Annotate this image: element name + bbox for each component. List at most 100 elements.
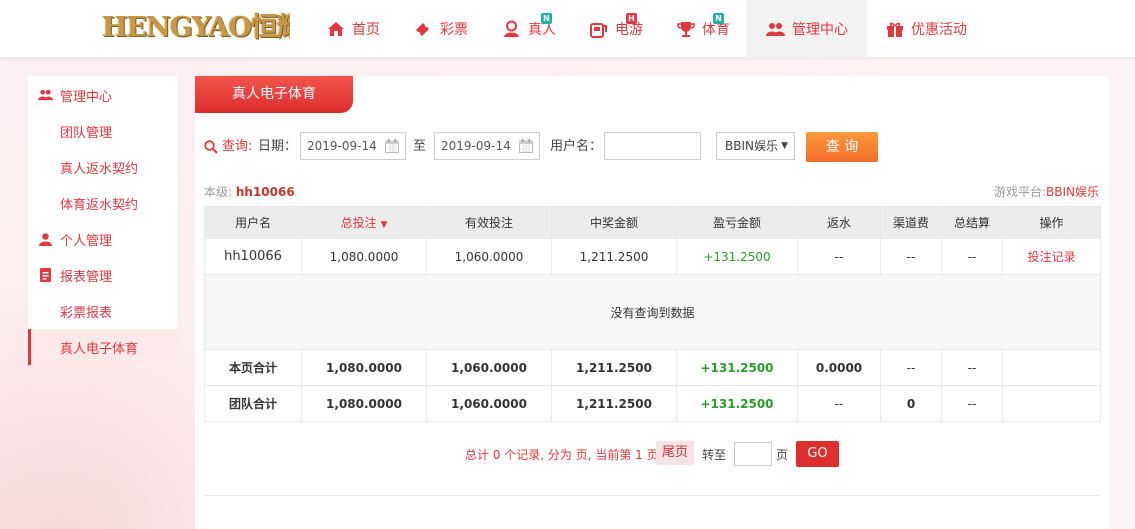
column-header: 总结算 (941, 206, 1003, 239)
table-cell: 本页合计 (204, 349, 302, 386)
goto-label: 转至 (702, 448, 727, 462)
user-icon (39, 232, 52, 246)
nav-label-management: 管理中心 (792, 22, 848, 38)
home-icon (328, 22, 344, 36)
query-label: 查询: (222, 139, 253, 154)
sidebar-item-label: 真人电子体育 (60, 341, 139, 357)
page-unit-label: 页 (776, 448, 789, 462)
nav-label-promotions: 优惠活动 (911, 22, 967, 38)
bet-record-link[interactable]: 投注记录 (1002, 238, 1101, 275)
table-cell: 1,080.0000 (301, 385, 427, 422)
go-button[interactable]: GO (796, 441, 839, 467)
sidebar-item-label: 报表管理 (60, 269, 113, 285)
nav-item-home[interactable]: 首页 (310, 0, 397, 58)
goto-page-input[interactable] (734, 442, 772, 466)
badge-new: N (541, 13, 552, 24)
table-cell: 0.0000 (797, 349, 881, 386)
table-cell: +131.2500 (676, 238, 798, 275)
column-header: 用户名 (204, 206, 302, 239)
table-cell: 1,060.0000 (426, 349, 552, 386)
sidebar-item-label: 真人返水契约 (60, 161, 139, 177)
brand-logo[interactable]: HENGYAO恒耀 (102, 11, 290, 45)
divider (204, 495, 1100, 496)
column-header: 中奖金额 (551, 206, 677, 239)
username-input[interactable] (604, 132, 701, 160)
sidebar-item-live-rebate[interactable]: 真人返水契约 (28, 149, 177, 185)
start-date-field[interactable]: 2019-09-14 (300, 132, 406, 160)
start-date-value: 2019-09-14 (307, 139, 377, 153)
top-navigation-bar: HENGYAO恒耀 首页 彩票 真人 N 电游 H 体育 N 管理中心 优惠活动 (0, 0, 1135, 58)
sidebar-item-lottery-report[interactable]: 彩票报表 (28, 293, 177, 329)
query-button[interactable]: 查 询 (806, 132, 878, 162)
table-cell: -- (941, 349, 1003, 386)
main-panel: 真人电子体育 查询: 日期： 2019-09-14 至 2019-09-14 用… (195, 76, 1109, 529)
table-cell: hh10066 (204, 238, 302, 275)
column-header: 有效投注 (426, 206, 552, 239)
column-header: 操作 (1002, 206, 1101, 239)
sidebar: 管理中心 团队管理 真人返水契约 体育返水契约 个人管理 报表管理 彩票报表 真… (28, 76, 177, 365)
current-level: 本级: hh10066 (204, 183, 295, 200)
column-header-label: 总投注 (340, 216, 377, 230)
table-cell: -- (880, 349, 942, 386)
nav-label-home: 首页 (352, 22, 380, 38)
sidebar-item-sports-rebate[interactable]: 体育返水契约 (28, 185, 177, 221)
users-icon (766, 22, 785, 36)
pagination: 总计 0 个记录, 分为 页, 当前第 1 页 尾页 转至 页 GO (195, 441, 1109, 467)
nav-item-sports[interactable]: 体育 N (660, 0, 747, 58)
sidebar-item-label: 体育返水契约 (60, 197, 139, 213)
filter-bar: 查询: 日期： 2019-09-14 至 2019-09-14 用户名： BBI… (204, 132, 1104, 162)
table-cell: 1,080.0000 (301, 349, 427, 386)
pagination-summary: 总计 0 个记录, 分为 页, 当前第 1 页 (465, 448, 659, 462)
sidebar-item-personal[interactable]: 个人管理 (28, 221, 177, 257)
sidebar-item-reports[interactable]: 报表管理 (28, 257, 177, 293)
gift-icon (887, 22, 903, 37)
page-total-row: 本页合计 1,080.0000 1,060.0000 1,211.2500 +1… (204, 349, 1101, 386)
column-header: 盈亏金额 (676, 206, 798, 239)
platform-value: BBIN娱乐 (1046, 185, 1099, 199)
nav-item-management[interactable]: 管理中心 (747, 0, 867, 58)
table-cell: -- (797, 385, 881, 422)
table-cell (1002, 349, 1101, 386)
username-label: 用户名： (550, 139, 603, 154)
to-label: 至 (413, 139, 427, 154)
table-row: hh10066 1,080.0000 1,060.0000 1,211.2500… (204, 238, 1101, 275)
sidebar-item-live-sports-report[interactable]: 真人电子体育 (28, 329, 177, 365)
sidebar-item-label: 管理中心 (60, 89, 113, 105)
report-table: 用户名 总投注 ▼ 有效投注 中奖金额 盈亏金额 返水 渠道费 总结算 操作 h… (204, 206, 1101, 422)
nav-item-promotions[interactable]: 优惠活动 (867, 0, 984, 58)
platform-select[interactable]: BBIN娱乐 ▼ (716, 132, 795, 160)
table-cell: +131.2500 (676, 349, 798, 386)
column-header-sortable[interactable]: 总投注 ▼ (301, 206, 427, 239)
nav-item-live-casino[interactable]: 真人 N (485, 0, 573, 58)
date-label: 日期： (258, 139, 298, 154)
table-cell: -- (941, 238, 1003, 275)
table-cell: +131.2500 (676, 385, 798, 422)
nav-item-slots[interactable]: 电游 H (573, 0, 660, 58)
team-total-row: 团队合计 1,080.0000 1,060.0000 1,211.2500 +1… (204, 385, 1101, 422)
nav-label-lottery: 彩票 (440, 22, 468, 38)
sidebar-item-management[interactable]: 管理中心 (28, 77, 177, 113)
table-header-row: 用户名 总投注 ▼ 有效投注 中奖金额 盈亏金额 返水 渠道费 总结算 操作 (204, 206, 1101, 239)
trophy-icon (677, 21, 695, 37)
table-cell: -- (941, 385, 1003, 422)
level-label: 本级: (204, 185, 233, 199)
nav-item-lottery[interactable]: 彩票 (397, 0, 485, 58)
end-date-value: 2019-09-14 (441, 139, 511, 153)
report-icon (40, 268, 51, 282)
end-date-field[interactable]: 2019-09-14 (434, 132, 540, 160)
table-cell: 1,211.2500 (551, 385, 677, 422)
platform-label: 游戏平台: (993, 185, 1047, 199)
calendar-icon[interactable] (385, 139, 399, 153)
ticket-icon (416, 22, 429, 36)
table-cell: 1,060.0000 (426, 385, 552, 422)
level-user: hh10066 (235, 185, 295, 199)
empty-row: 没有查询到数据 (204, 274, 1101, 350)
table-cell: 1,060.0000 (426, 238, 552, 275)
column-header: 返水 (797, 206, 881, 239)
sidebar-item-team[interactable]: 团队管理 (28, 113, 177, 149)
last-page-button[interactable]: 尾页 (656, 441, 695, 465)
search-icon (204, 140, 218, 154)
tab-live-sports-report[interactable]: 真人电子体育 (195, 76, 353, 113)
users-icon (38, 89, 53, 101)
calendar-icon[interactable] (519, 139, 533, 153)
